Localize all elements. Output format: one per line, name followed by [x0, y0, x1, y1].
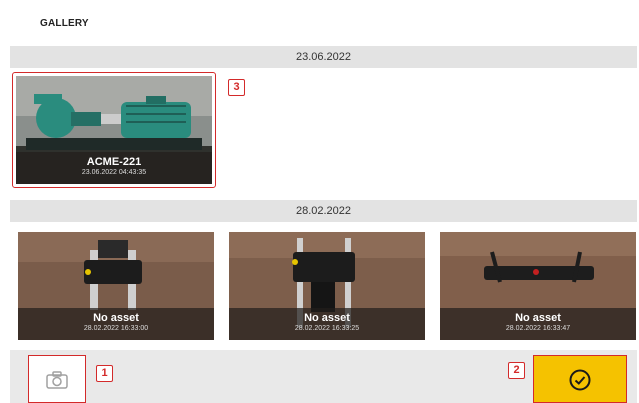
gallery-thumbnail[interactable]: No asset 28.02.2022 16:33:47: [440, 232, 636, 340]
camera-icon: [46, 371, 68, 389]
confirm-button[interactable]: [533, 355, 627, 403]
asset-name: No asset: [304, 312, 350, 324]
take-photo-button[interactable]: [28, 355, 86, 403]
timestamp: 28.02.2022 16:33:25: [294, 325, 360, 332]
callout-3: 3: [228, 79, 245, 96]
gallery-thumbnail[interactable]: No asset 28.02.2022 16:33:25: [229, 232, 425, 340]
callout-1: 1: [96, 365, 113, 382]
gallery-thumbnail[interactable]: No asset 28.02.2022 16:33:00: [18, 232, 214, 340]
thumbnail-caption: No asset 28.02.2022 16:33:25: [229, 308, 425, 340]
highlight-frame-3: [12, 72, 216, 188]
timestamp: 28.02.2022 16:33:47: [505, 325, 571, 332]
thumbnail-caption: No asset 28.02.2022 16:33:47: [440, 308, 636, 340]
date-header: 23.06.2022: [10, 46, 637, 68]
asset-name: No asset: [93, 312, 139, 324]
page-title: GALLERY: [40, 18, 89, 29]
date-header: 28.02.2022: [10, 200, 637, 222]
callout-2: 2: [508, 362, 525, 379]
check-circle-icon: [569, 369, 591, 391]
asset-name: No asset: [515, 312, 561, 324]
timestamp: 28.02.2022 16:33:00: [83, 325, 149, 332]
thumbnail-caption: No asset 28.02.2022 16:33:00: [18, 308, 214, 340]
